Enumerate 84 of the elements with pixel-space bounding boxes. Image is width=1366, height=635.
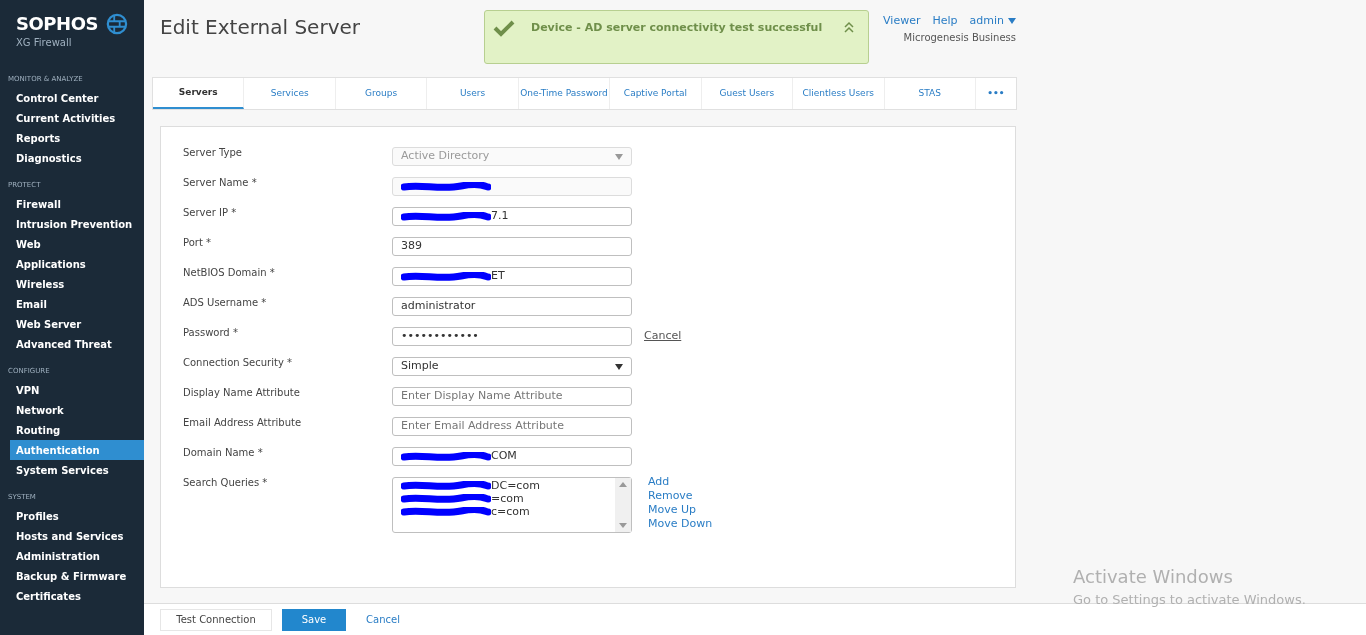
tab[interactable]: Services — [244, 78, 336, 109]
save-button[interactable]: Save — [282, 608, 346, 631]
sidebar-item[interactable]: VPN — [10, 380, 144, 400]
list-entry[interactable]: =com — [491, 492, 524, 505]
scroll-down-icon[interactable] — [619, 523, 627, 528]
tab[interactable]: Guest Users — [701, 78, 794, 109]
brand-logo: SOPHOS — [16, 12, 99, 36]
list-box[interactable]: DC=com =com c=com — [392, 477, 632, 533]
sidebar-item[interactable]: Current Activities — [10, 108, 144, 128]
page-title: Edit External Server — [160, 14, 360, 41]
input-field[interactable]: COM — [392, 447, 632, 466]
notification-message: Device - AD server connectivity test successful — [531, 20, 824, 36]
field-label: Domain Name * — [183, 446, 264, 460]
test-connection-button[interactable]: Test Connection — [160, 608, 272, 631]
sidebar-item[interactable]: Control Center — [10, 88, 144, 108]
caret-icon — [615, 363, 623, 370]
sidebar-item[interactable]: Web — [10, 234, 144, 254]
field-label: Port * — [183, 236, 212, 250]
collapse-icon[interactable] — [844, 21, 854, 33]
header-link[interactable]: Viewer — [883, 13, 921, 30]
field-label: ADS Username * — [183, 296, 268, 310]
input-field[interactable]: administrator — [392, 297, 632, 316]
input-field[interactable]: Enter Email Address Attribute — [392, 417, 632, 436]
tab[interactable]: Groups — [335, 78, 428, 109]
list-action-link[interactable]: Add — [648, 475, 713, 489]
field-label: Server Name * — [183, 176, 258, 190]
password-field[interactable]: •••••••••••• — [392, 327, 632, 346]
field-label: Email Address Attribute — [183, 416, 303, 430]
tab[interactable]: Clientless Users — [793, 78, 885, 109]
sidebar-item[interactable]: Network — [10, 400, 144, 420]
sidebar-item[interactable]: Web Server — [10, 314, 144, 334]
user-menu[interactable]: admin — [969, 13, 1016, 30]
sidebar-item[interactable]: Profiles — [10, 506, 144, 526]
organization-name: Microgenesis Business — [903, 30, 1016, 45]
input-field[interactable]: Enter Display Name Attribute — [392, 387, 632, 406]
sidebar-item[interactable]: Administration — [10, 546, 144, 566]
tab[interactable]: One-Time Password — [518, 78, 611, 109]
list-entry[interactable]: DC=com — [491, 479, 540, 492]
sidebar-item[interactable]: Authentication — [10, 440, 144, 460]
checkmark-icon — [493, 19, 515, 37]
list-action-link[interactable]: Remove — [648, 489, 713, 503]
field-label: Search Queries * — [183, 476, 269, 490]
field-label: Password * — [183, 326, 239, 340]
list-entry[interactable]: c=com — [491, 505, 530, 518]
list-action-link[interactable]: Move Down — [648, 517, 713, 531]
input-field[interactable]: 7.1 — [392, 207, 632, 226]
caret-icon — [615, 153, 623, 160]
tab[interactable]: STAS — [884, 78, 976, 109]
sidebar-item[interactable]: Routing — [10, 420, 144, 440]
sidebar-item[interactable]: Advanced Threat — [10, 334, 144, 354]
product-name: XG Firewall — [16, 36, 73, 50]
scrollbar[interactable] — [615, 478, 631, 532]
field-label: Display Name Attribute — [183, 386, 301, 400]
tab[interactable]: Users — [427, 78, 519, 109]
scroll-up-icon[interactable] — [619, 482, 627, 487]
list-action-link[interactable]: Move Up — [648, 503, 713, 517]
sidebar-item[interactable]: Hosts and Services — [10, 526, 144, 546]
field-label: Server Type — [183, 146, 243, 160]
input-field[interactable]: 389 — [392, 237, 632, 256]
tab[interactable]: ••• — [975, 78, 1016, 109]
field-label: NetBIOS Domain * — [183, 266, 276, 280]
activation-title: Activate Windows — [1073, 565, 1234, 589]
input-field[interactable]: ET — [392, 267, 632, 286]
sidebar-item[interactable]: Firewall — [10, 194, 144, 214]
sidebar-item[interactable]: Backup & Firmware — [10, 566, 144, 586]
tab[interactable]: Servers — [153, 78, 245, 109]
field-label: Server IP * — [183, 206, 238, 220]
sidebar-item[interactable]: Diagnostics — [10, 148, 144, 168]
sidebar-item[interactable]: Reports — [10, 128, 144, 148]
sidebar-item[interactable]: Applications — [10, 254, 144, 274]
header-link[interactable]: Help — [932, 13, 958, 30]
sidebar-item[interactable]: Intrusion Prevention — [10, 214, 144, 234]
tab[interactable]: Captive Portal — [610, 78, 702, 109]
field-label: Connection Security * — [183, 356, 293, 370]
caret-icon — [1008, 18, 1016, 25]
sidebar-item[interactable]: System Services — [10, 460, 144, 480]
sidebar-item[interactable]: Wireless — [10, 274, 144, 294]
activation-text: Go to Settings to activate Windows. — [1073, 591, 1306, 609]
cancel-link[interactable]: Cancel — [356, 608, 410, 631]
select-field[interactable]: Simple — [392, 357, 632, 376]
globe-icon — [106, 11, 128, 36]
sidebar-item[interactable]: Certificates — [10, 586, 144, 606]
sidebar-item[interactable]: Email — [10, 294, 144, 314]
cancel-link[interactable]: Cancel — [644, 328, 682, 345]
